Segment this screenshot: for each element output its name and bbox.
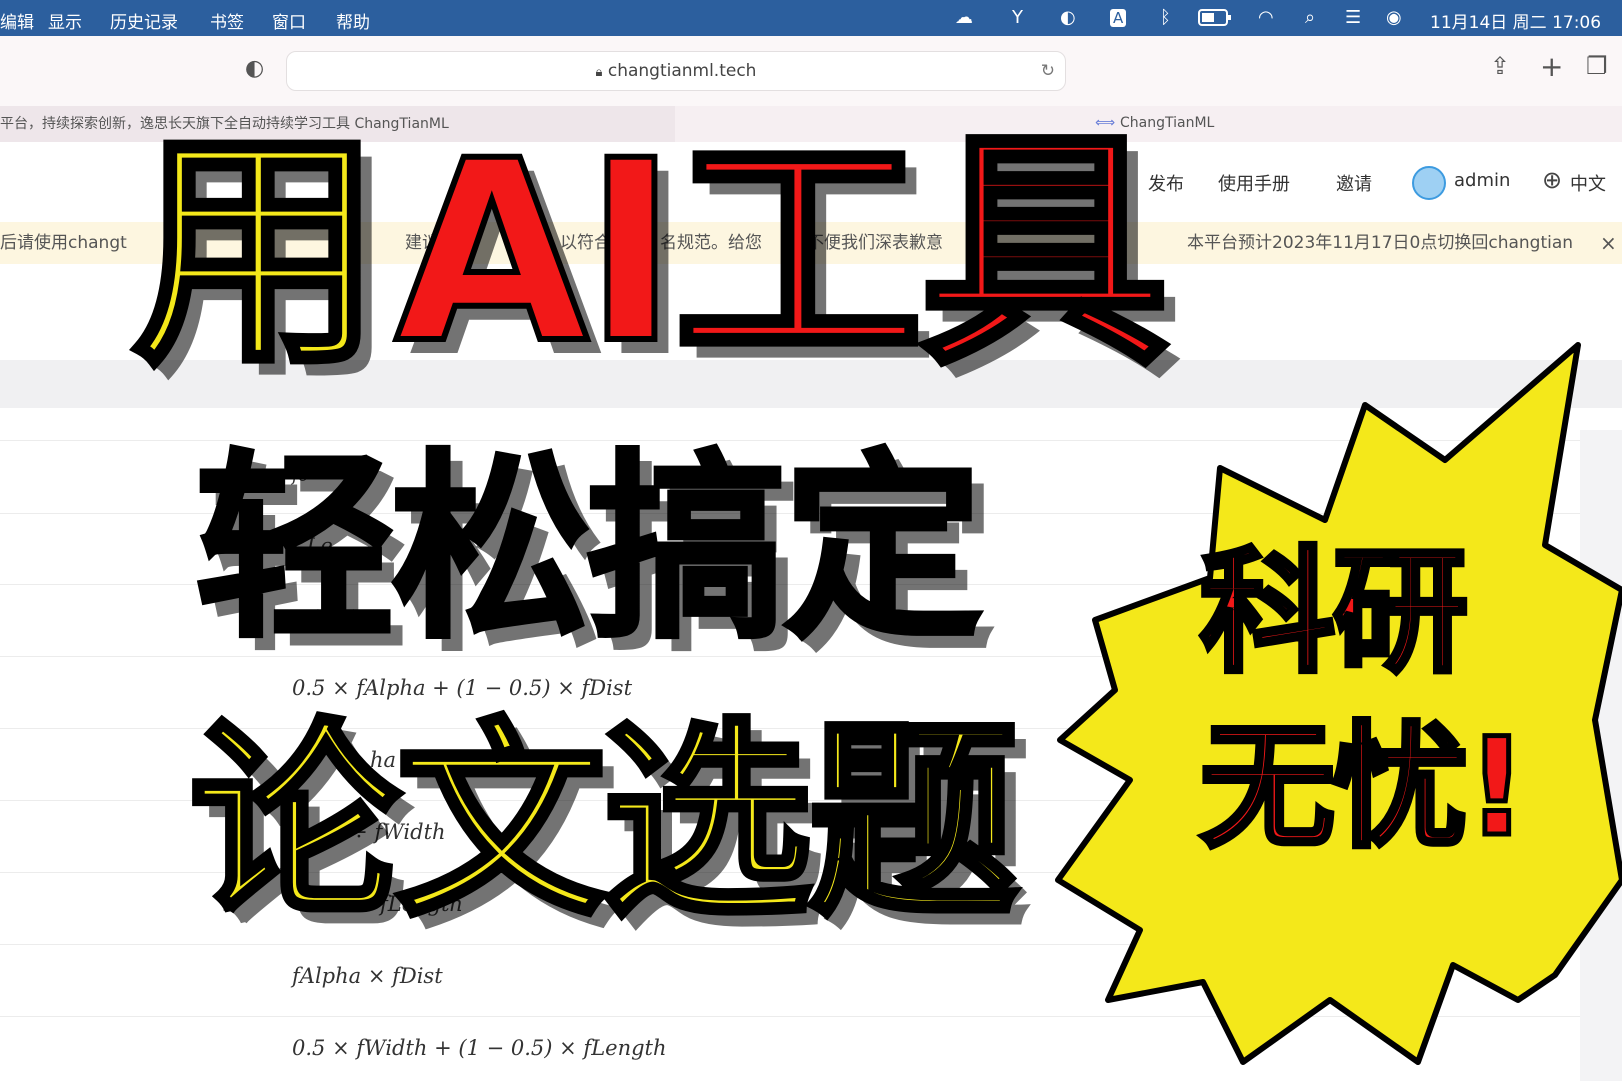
burst-text-no-worry: 无忧! bbox=[1198, 709, 1531, 866]
burst-text-research: 科研 bbox=[1198, 534, 1471, 691]
headline-ai-tool: AI工具 bbox=[392, 107, 1172, 398]
headline-thesis-topic: 论文选题 bbox=[187, 700, 1021, 945]
headline-yong: 用 bbox=[129, 107, 385, 398]
headline-easy: 轻松搞定 bbox=[193, 433, 985, 666]
